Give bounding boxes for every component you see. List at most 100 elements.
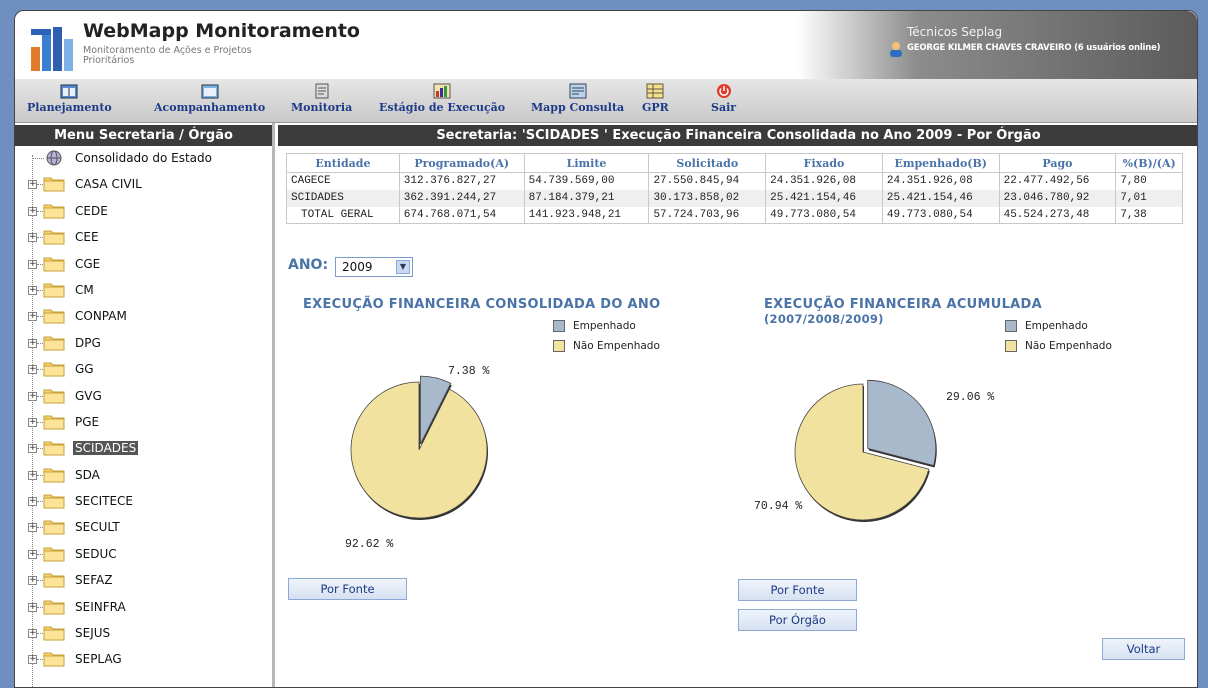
toolbar-acompanhamento[interactable]: Acompanhamento (154, 83, 265, 114)
sidebar-item-label[interactable]: CEDE (73, 204, 110, 218)
toolbar-planejamento[interactable]: Planejamento (27, 83, 112, 114)
expand-icon[interactable]: + (28, 602, 37, 612)
toolbar-label: Planejamento (27, 101, 112, 114)
table-cell: 54.739.569,00 (523, 172, 650, 190)
expand-icon[interactable]: + (28, 391, 37, 401)
sidebar-item-label[interactable]: SEDUC (73, 547, 119, 561)
sidebar-item-label[interactable]: CM (73, 283, 96, 297)
sidebar-item[interactable]: + GVG (15, 384, 272, 410)
chart2-legend: Empenhado Não Empenhado (1005, 319, 1112, 359)
sidebar-item[interactable]: + CGE (15, 252, 272, 278)
sidebar-item-label[interactable]: GVG (73, 389, 104, 403)
toolbar-sair[interactable]: Sair (711, 83, 736, 114)
sidebar-title: Menu Secretaria / Órgão (15, 125, 272, 146)
toolbar-label: Acompanhamento (154, 101, 266, 114)
expand-icon[interactable]: + (28, 523, 37, 533)
legend-swatch-empenhado (553, 320, 565, 332)
table-body: CAGECE 312.376.827,27 54.739.569,00 27.550.… (286, 172, 1183, 224)
sidebar-item-label[interactable]: CASA CIVIL (73, 177, 144, 191)
expand-icon[interactable]: + (28, 417, 37, 427)
por-fonte-button[interactable]: Por Fonte (288, 578, 407, 600)
sidebar-item[interactable]: + GG (15, 357, 272, 383)
expand-icon[interactable]: + (28, 312, 37, 322)
table-header-cell: Empenhado(B) (881, 153, 1000, 173)
toolbar-estagio-execucao[interactable]: Estágio de Execução (379, 83, 505, 114)
legend-label: Não Empenhado (1025, 340, 1112, 352)
sidebar-item[interactable]: + CONPAM (15, 304, 272, 330)
expand-icon[interactable]: + (28, 180, 37, 190)
expand-icon[interactable]: + (28, 629, 37, 639)
legend-swatch-nao-empenhado (1005, 340, 1017, 352)
pie-chart-acumulada (794, 379, 937, 522)
table-cell: 23.046.780,92 (998, 189, 1117, 207)
chart1-legend: Empenhado Não Empenhado (553, 319, 660, 359)
folder-icon (43, 520, 65, 535)
expand-icon[interactable]: + (28, 259, 37, 269)
expand-icon[interactable]: + (28, 444, 37, 454)
user-group-label: Técnicos Seplag (907, 25, 1003, 39)
por-fonte-acumulada-button[interactable]: Por Fonte (738, 579, 857, 601)
sidebar-item[interactable]: + SECITECE (15, 489, 272, 515)
sidebar-item[interactable]: + SEINFRA (15, 595, 272, 621)
sidebar-item-label[interactable]: CGE (73, 257, 102, 271)
sidebar-item-label[interactable]: SEPLAG (73, 652, 124, 666)
voltar-button[interactable]: Voltar (1102, 638, 1185, 660)
sidebar-item[interactable]: + CASA CIVIL (15, 172, 272, 198)
sidebar-item[interactable]: + SCIDADES (15, 436, 272, 462)
year-select[interactable]: 2009 ▼ (335, 257, 413, 277)
expand-icon[interactable]: + (28, 470, 37, 480)
sidebar-item[interactable]: + CM (15, 278, 272, 304)
expand-icon[interactable]: + (28, 285, 37, 295)
table-header-cell: Solicitado (648, 153, 767, 173)
year-label: ANO: (288, 257, 329, 273)
pie-slice-nao-empenhado (350, 381, 488, 519)
expand-icon[interactable]: + (28, 206, 37, 216)
legend-item: Empenhado (1005, 319, 1112, 339)
toolbar-mapp-consulta[interactable]: Mapp Consulta (531, 83, 624, 114)
sidebar-item[interactable]: + SEFAZ (15, 568, 272, 594)
expand-icon[interactable]: + (28, 576, 37, 586)
sidebar-item[interactable]: + PGE (15, 410, 272, 436)
toolbar-label: Monitoria (291, 101, 353, 114)
expand-icon[interactable]: + (28, 338, 37, 348)
sidebar-item-label[interactable]: SEJUS (73, 626, 112, 640)
sidebar-item-label[interactable]: SDA (73, 468, 102, 482)
sidebar-item-label[interactable]: CONPAM (73, 309, 129, 323)
expand-icon[interactable]: + (28, 497, 37, 507)
expand-icon[interactable]: + (28, 365, 37, 375)
sidebar-item-label[interactable]: GG (73, 362, 96, 376)
sidebar-item-label[interactable]: PGE (73, 415, 101, 429)
sidebar-item-label[interactable]: CEE (73, 230, 101, 244)
sidebar-item[interactable]: + SECULT (15, 515, 272, 541)
toolbar-gpr[interactable]: GPR (642, 83, 669, 114)
toolbar-monitoria[interactable]: Monitoria (291, 83, 352, 114)
tree-root-label[interactable]: Consolidado do Estado (73, 151, 214, 165)
sidebar-item[interactable]: + DPG (15, 331, 272, 357)
folder-icon (43, 626, 65, 641)
table-cell: 141.923.948,21 (523, 206, 650, 224)
sidebar-item[interactable]: + SDA (15, 463, 272, 489)
sidebar-item[interactable]: + SEJUS (15, 621, 272, 647)
user-name[interactable]: GEORGE KILMER CHAVES CRAVEIRO (6 usuário… (907, 43, 1161, 53)
sidebar-item-label[interactable]: SEFAZ (73, 573, 114, 587)
sidebar-item[interactable]: + SEDUC (15, 542, 272, 568)
sidebar-item-label[interactable]: SECULT (73, 520, 122, 534)
sidebar-item-label[interactable]: SCIDADES (73, 441, 139, 456)
sidebar-item[interactable]: + SEPLAG (15, 647, 272, 673)
sidebar-item[interactable]: + CEDE (15, 199, 272, 225)
tree-root[interactable]: Consolidado do Estado (15, 146, 272, 172)
sidebar-item-label[interactable]: SECITECE (73, 494, 135, 508)
expand-icon[interactable]: + (28, 233, 37, 243)
folder-icon (43, 230, 65, 245)
expand-icon[interactable]: + (28, 655, 37, 665)
sidebar-item-label[interactable]: DPG (73, 336, 103, 350)
table-cell: 674.768.071,54 (398, 206, 525, 224)
chevron-down-icon[interactable]: ▼ (396, 260, 410, 274)
table-header-cell: Programado(A) (398, 153, 525, 173)
por-orgao-button[interactable]: Por Órgão (738, 609, 857, 631)
legend-item: Não Empenhado (1005, 339, 1112, 359)
sidebar-item[interactable]: + CEE (15, 225, 272, 251)
sidebar-item-label[interactable]: SEINFRA (73, 600, 128, 614)
expand-icon[interactable]: + (28, 549, 37, 559)
folder-icon (43, 177, 65, 192)
